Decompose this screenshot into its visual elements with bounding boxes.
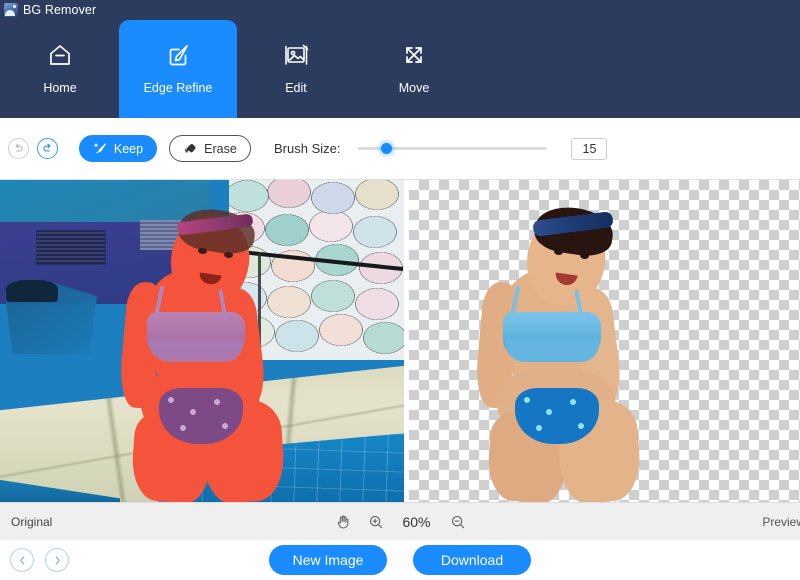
download-button[interactable]: Download: [413, 545, 531, 575]
keep-tool-button[interactable]: Keep: [79, 135, 157, 162]
preview-image-pane[interactable]: [409, 180, 800, 502]
erase-tool-button[interactable]: Erase: [169, 135, 251, 162]
redo-button[interactable]: [37, 138, 58, 159]
nav-tab-home-label: Home: [43, 81, 77, 95]
brush-sparkle-icon: [93, 143, 106, 154]
zoom-level: 60%: [402, 513, 431, 530]
canvas-area: [0, 180, 800, 502]
window-title: BG Remover: [23, 3, 97, 17]
original-image-pane[interactable]: [0, 180, 404, 502]
eraser-icon: [184, 143, 196, 153]
main-navigation: Home Edge Refine Edit Move: [0, 20, 800, 118]
zoom-in-icon[interactable]: [368, 514, 384, 530]
edge-refine-icon: [163, 40, 193, 70]
undo-button[interactable]: [8, 138, 29, 159]
undo-arrow-icon: [15, 143, 23, 152]
brush-size-slider-thumb[interactable]: [381, 143, 393, 154]
title-bar: BG Remover: [0, 0, 800, 20]
erase-tool-label: Erase: [204, 141, 237, 156]
image-edit-icon: [281, 40, 311, 70]
keep-tool-label: Keep: [113, 141, 144, 156]
nav-tab-edit[interactable]: Edit: [237, 20, 355, 118]
brush-size-input[interactable]: 15: [571, 137, 608, 160]
action-bar: New Image Download: [0, 540, 800, 580]
brush-size-slider[interactable]: [358, 140, 548, 158]
primary-actions: New Image Download: [0, 545, 800, 575]
new-image-button[interactable]: New Image: [269, 545, 387, 575]
nav-tab-move[interactable]: Move: [355, 20, 473, 118]
brush-size-label: Brush Size:: [274, 141, 341, 156]
nav-tab-edit-label: Edit: [285, 81, 307, 95]
zoom-controls: 60%: [0, 513, 800, 530]
original-photo: [0, 180, 404, 502]
nav-tab-edge-refine[interactable]: Edge Refine: [119, 20, 237, 118]
redo-arrow-icon: [43, 143, 51, 152]
preview-caption: Preview: [762, 514, 800, 529]
nav-tab-home[interactable]: Home: [1, 20, 119, 118]
home-icon: [45, 40, 75, 70]
edge-refine-toolbar: Keep Erase Brush Size: 15: [0, 118, 800, 180]
app-photo-icon: [4, 3, 18, 17]
canvas-status-bar: Original 60% Previe: [0, 502, 800, 540]
subject-selection-overlay: [95, 200, 325, 502]
nav-tab-move-label: Move: [398, 81, 430, 95]
bg-remover-window: BG Remover Home Edge Refine Edit Move Ke…: [0, 0, 800, 580]
nav-tab-edge-refine-label: Edge Refine: [143, 81, 213, 95]
cutout-subject: [451, 200, 681, 502]
zoom-out-icon[interactable]: [450, 514, 466, 530]
hand-tool-icon[interactable]: [335, 513, 352, 530]
move-arrows-icon: [399, 40, 429, 70]
